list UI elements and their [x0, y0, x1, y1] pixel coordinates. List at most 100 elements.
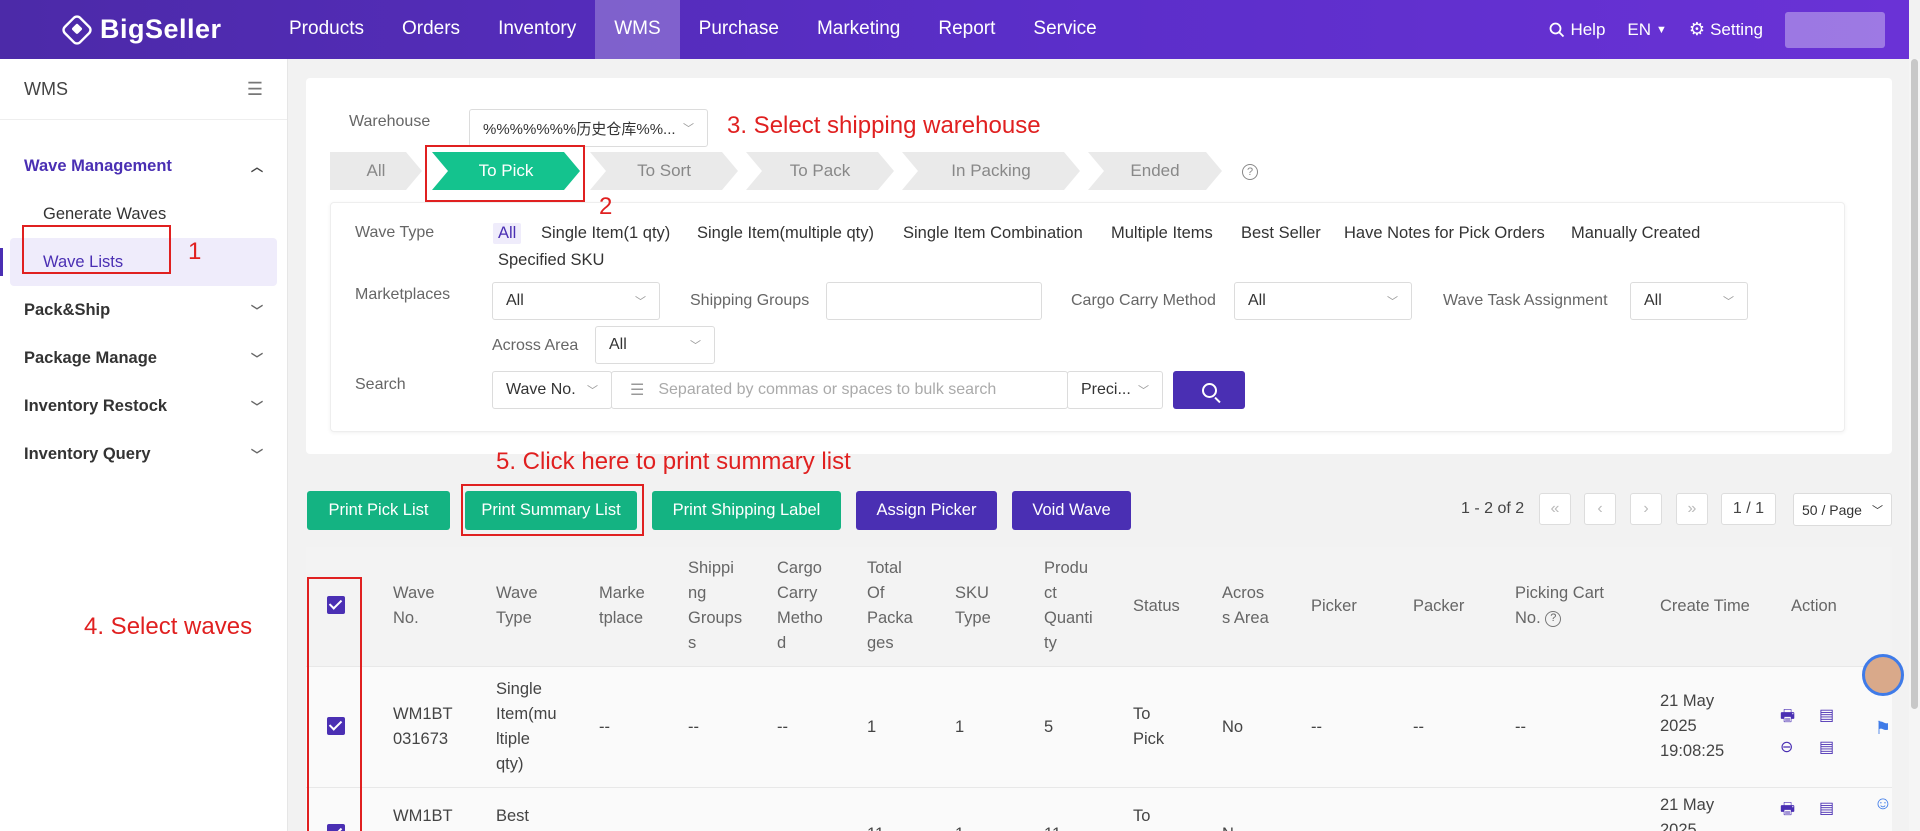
page-scrollbar[interactable]: [1909, 59, 1920, 831]
prev-page-button[interactable]: ‹: [1584, 493, 1616, 525]
top-navbar: BigSeller Products Orders Inventory WMS …: [0, 0, 1909, 59]
cargo-carry-select[interactable]: All ﹀: [1234, 282, 1412, 320]
collapse-menu-icon[interactable]: ☰: [247, 79, 263, 100]
sidebar-group-wave-management[interactable]: Wave Management ︿: [0, 142, 287, 190]
cell-picker: --: [1311, 718, 1322, 736]
sidebar-group-inventory-query[interactable]: Inventory Query ﹀: [0, 430, 287, 478]
question-icon[interactable]: ?: [1545, 610, 1562, 627]
nav-purchase[interactable]: Purchase: [680, 0, 798, 59]
tab-all[interactable]: All: [330, 152, 422, 190]
search-icon: [1201, 382, 1217, 398]
search-label: Search: [355, 376, 406, 393]
table-row[interactable]: WM1BT Best 11 1 11 To N 21 May2025 🖶 ▤: [306, 788, 1892, 831]
help-label: Help: [1570, 19, 1606, 39]
main-nav: Products Orders Inventory WMS Purchase M…: [270, 0, 1116, 59]
print-icon[interactable]: 🖶: [1780, 705, 1795, 732]
tab-to-pack[interactable]: To Pack: [746, 152, 894, 190]
search-input[interactable]: ☰ Separated by commas or spaces to bulk …: [611, 371, 1068, 409]
sidebar-group-package-manage[interactable]: Package Manage ﹀: [0, 334, 287, 382]
cell-wave-no[interactable]: WM1BT 031673: [393, 702, 453, 752]
wave-type-specified-sku[interactable]: Specified SKU: [498, 251, 604, 270]
wave-type-best-seller[interactable]: Best Seller: [1241, 224, 1321, 243]
wave-type-manual[interactable]: Manually Created: [1571, 224, 1700, 243]
annotation-step-3: 3. Select shipping warehouse: [727, 112, 1041, 139]
feedback-icon[interactable]: ⚑: [1870, 715, 1896, 741]
cell-wave-no[interactable]: WM1BT: [393, 804, 453, 829]
minus-circle-icon[interactable]: ⊖: [1780, 737, 1793, 757]
shipping-groups-input[interactable]: [826, 282, 1042, 320]
th-status: Status: [1133, 597, 1180, 615]
chat-icon[interactable]: ☺: [1870, 790, 1896, 816]
cell-shipping-groups: --: [688, 718, 699, 736]
assign-picker-button[interactable]: Assign Picker: [856, 491, 997, 530]
print-pick-list-button[interactable]: Print Pick List: [307, 491, 450, 530]
th-picker: Picker: [1311, 597, 1357, 615]
scrollbar-thumb[interactable]: [1911, 59, 1918, 709]
th-sku-type: SKU Type: [955, 584, 991, 627]
wave-type-notes[interactable]: Have Notes for Pick Orders: [1344, 224, 1545, 243]
tab-in-packing[interactable]: In Packing: [902, 152, 1080, 190]
nav-wms[interactable]: WMS: [595, 0, 680, 59]
file-icon[interactable]: ▤: [1819, 737, 1834, 757]
annotation-box-to-pick: [425, 145, 585, 202]
next-page-button[interactable]: ›: [1630, 493, 1662, 525]
nav-report[interactable]: Report: [919, 0, 1014, 59]
document-icon[interactable]: ▤: [1819, 705, 1834, 725]
void-wave-button[interactable]: Void Wave: [1012, 491, 1131, 530]
annotation-step-5: 5. Click here to print summary list: [496, 448, 851, 475]
wave-type-single-1[interactable]: Single Item(1 qty): [541, 224, 670, 243]
sidebar-group-inventory-restock[interactable]: Inventory Restock ﹀: [0, 382, 287, 430]
page-indicator[interactable]: 1 / 1: [1721, 493, 1776, 525]
search-button[interactable]: [1173, 371, 1245, 409]
tab-to-sort[interactable]: To Sort: [590, 152, 738, 190]
wave-type-multiple-items[interactable]: Multiple Items: [1111, 224, 1213, 243]
nav-products[interactable]: Products: [270, 0, 383, 59]
table-header: Wave No. Wave Type Marke tplace Shippi ng Gro…: [306, 547, 1892, 667]
help-link[interactable]: Help: [1549, 20, 1605, 40]
across-area-value: All: [609, 336, 627, 353]
print-icon[interactable]: 🖶: [1780, 798, 1795, 825]
bigseller-logo[interactable]: BigSeller: [60, 12, 222, 47]
language-select[interactable]: EN ▼: [1627, 20, 1667, 40]
setting-label: Setting: [1710, 19, 1763, 39]
document-icon[interactable]: ▤: [1819, 798, 1834, 818]
gear-icon: ⚙: [1688, 19, 1706, 39]
nav-inventory[interactable]: Inventory: [479, 0, 595, 59]
page-size-select[interactable]: 50 / Page ﹀: [1793, 493, 1892, 526]
chevron-down-icon: ﹀: [250, 399, 263, 414]
warehouse-select[interactable]: %%%%%%%历史仓库%%... ﹀: [469, 109, 708, 147]
wave-task-assignment-select[interactable]: All ﹀: [1630, 282, 1748, 320]
chevron-down-icon: ﹀: [1872, 504, 1883, 517]
wave-type-all[interactable]: All: [493, 223, 522, 244]
annotation-box-wave-lists: [22, 225, 171, 274]
caret-down-icon: ▼: [1656, 23, 1667, 36]
chevron-down-icon: ﹀: [683, 123, 694, 135]
wave-type-single-combination[interactable]: Single Item Combination: [903, 224, 1083, 243]
annotation-box-checkboxes: [307, 577, 362, 831]
first-page-button[interactable]: «: [1539, 493, 1571, 525]
print-shipping-label-button[interactable]: Print Shipping Label: [652, 491, 841, 530]
cell-create-time: 21 May 2025 19:08:25: [1660, 692, 1725, 760]
tab-ended[interactable]: Ended: [1088, 152, 1222, 190]
cell-wave-type: Best: [496, 807, 530, 825]
setting-link[interactable]: ⚙ Setting: [1689, 19, 1763, 40]
nav-service[interactable]: Service: [1014, 0, 1115, 59]
support-avatar[interactable]: [1862, 654, 1904, 696]
cell-status: To: [1133, 807, 1151, 825]
chevron-down-icon: ﹀: [1387, 296, 1398, 308]
question-icon[interactable]: ?: [1242, 164, 1258, 180]
user-account-box[interactable]: [1785, 11, 1885, 48]
nav-marketing[interactable]: Marketing: [798, 0, 919, 59]
search-field-select[interactable]: Wave No. ﹀: [492, 371, 612, 409]
th-marketplace: Marke tplace: [599, 584, 645, 627]
marketplaces-select[interactable]: All ﹀: [492, 282, 660, 320]
chevron-down-icon: ﹀: [250, 447, 263, 462]
nav-orders[interactable]: Orders: [383, 0, 479, 59]
sidebar-group-pack-ship[interactable]: Pack&Ship ﹀: [0, 286, 287, 334]
last-page-button[interactable]: »: [1676, 493, 1708, 525]
wave-type-single-multi[interactable]: Single Item(multiple qty): [697, 224, 874, 243]
table-row[interactable]: WM1BT 031673 Single Item(mu ltiple qty) -- -…: [306, 667, 1892, 788]
across-area-select[interactable]: All ﹀: [595, 326, 715, 364]
search-mode-select[interactable]: Preci... ﹀: [1067, 371, 1163, 409]
chevron-down-icon: ﹀: [1723, 296, 1734, 308]
